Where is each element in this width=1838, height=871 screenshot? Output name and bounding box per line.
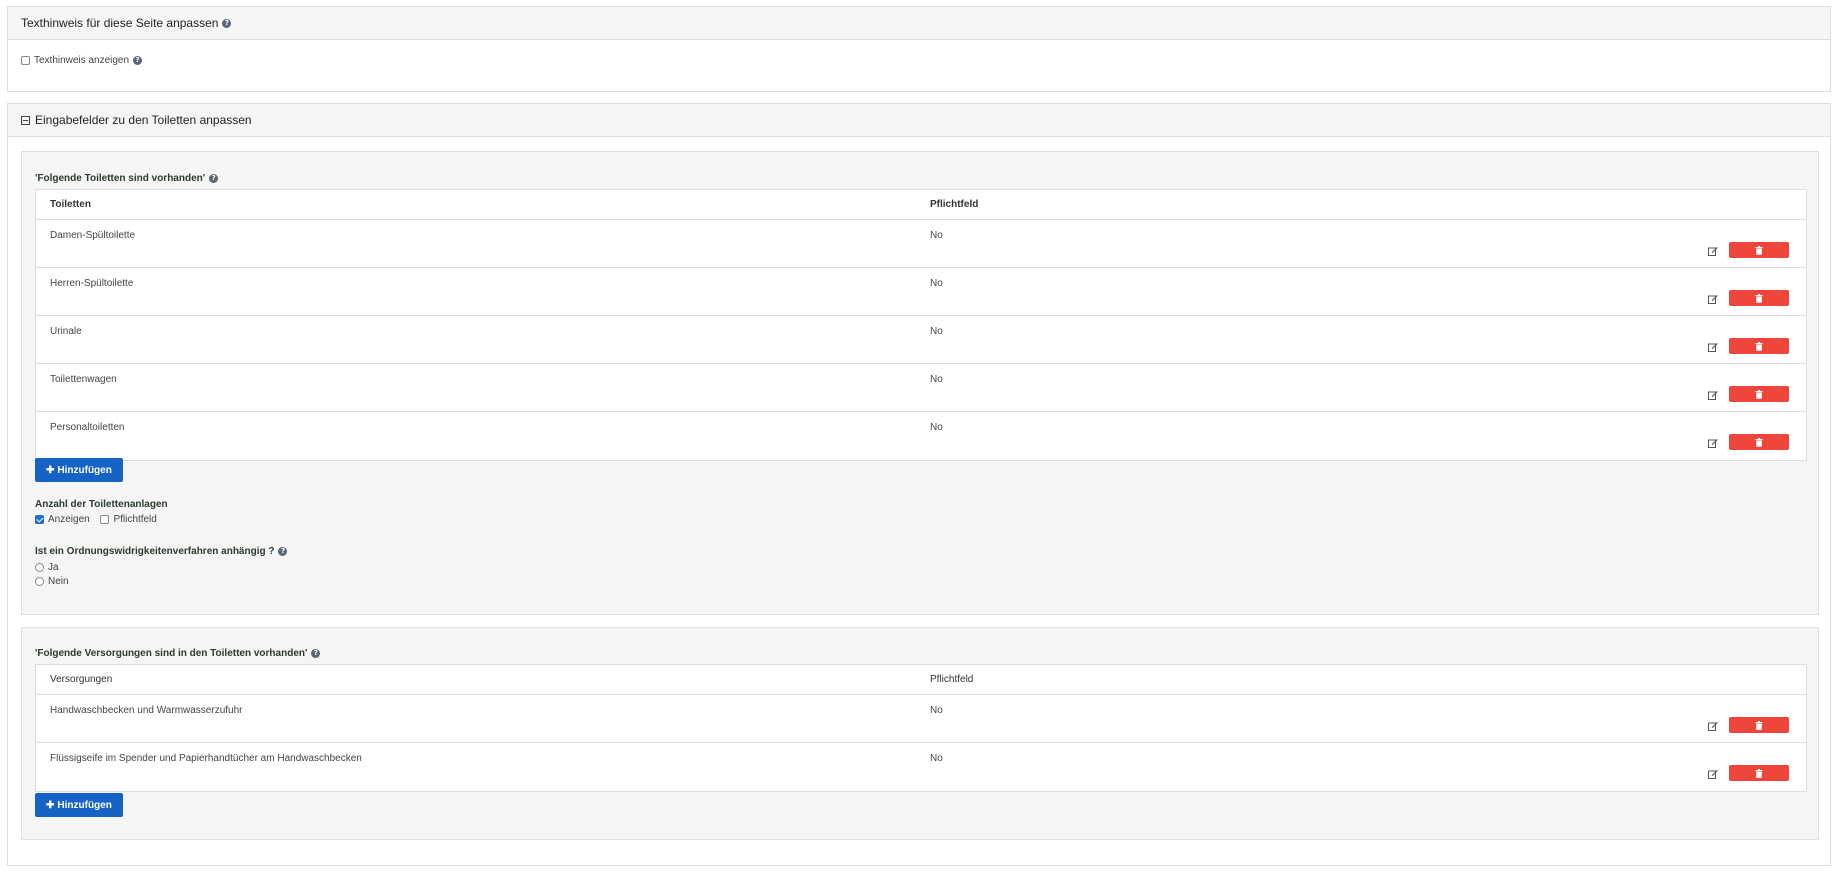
help-icon[interactable]: ? — [278, 546, 288, 556]
help-icon[interactable]: ? — [311, 648, 321, 658]
column-header-required: Pflichtfeld — [930, 199, 979, 210]
option-no-label: Nein — [48, 576, 69, 587]
plus-icon: ✚ — [46, 799, 55, 811]
plus-icon: ✚ — [46, 464, 55, 476]
table-row: Personaltoiletten No — [36, 412, 1806, 460]
help-icon[interactable]: ? — [133, 55, 143, 65]
table-row: Urinale No — [36, 316, 1806, 364]
show-hint-row: Texthinweis anzeigen? — [21, 55, 143, 66]
trash-icon — [1755, 389, 1763, 399]
row-required: No — [930, 326, 943, 337]
table-header: Versorgungen Pflichtfeld — [36, 665, 1806, 695]
add-supply-button[interactable]: ✚ Hinzufügen — [35, 793, 123, 817]
row-name: Toilettenwagen — [50, 374, 117, 385]
fields-panel-title: Eingabefelder zu den Toiletten anpassen — [35, 113, 252, 127]
toilets-table: Toiletten Pflichtfeld Damen-Spültoilette… — [35, 189, 1807, 461]
delete-button[interactable] — [1729, 717, 1789, 733]
fields-panel: Eingabefelder zu den Toiletten anpassen … — [7, 103, 1831, 866]
supplies-section: 'Folgende Versorgungen sind in den Toile… — [21, 627, 1819, 840]
supplies-section-label-text: 'Folgende Versorgungen sind in den Toile… — [35, 648, 308, 659]
delete-button[interactable] — [1729, 290, 1789, 306]
fields-panel-heading[interactable]: Eingabefelder zu den Toiletten anpassen — [8, 104, 1830, 137]
edit-icon[interactable] — [1708, 721, 1718, 731]
row-name: Handwaschbecken und Warmwasserzufuhr — [50, 705, 243, 716]
column-header-supplies: Versorgungen — [50, 674, 113, 685]
column-header-toilets: Toiletten — [50, 199, 91, 210]
option-yes-label: Ja — [48, 562, 59, 573]
toilets-section: 'Folgende Toiletten sind vorhanden'? Toi… — [21, 151, 1819, 615]
row-required: No — [930, 374, 943, 385]
table-row: Damen-Spültoilette No — [36, 220, 1806, 268]
delete-button[interactable] — [1729, 386, 1789, 402]
row-required: No — [930, 230, 943, 241]
supplies-section-label: 'Folgende Versorgungen sind in den Toile… — [35, 648, 321, 659]
hint-panel-title: Texthinweis für diese Seite anpassen — [21, 16, 219, 30]
hint-panel: Texthinweis für diese Seite anpassen ? T… — [7, 6, 1831, 92]
edit-icon[interactable] — [1708, 294, 1718, 304]
edit-icon[interactable] — [1708, 342, 1718, 352]
table-row: Flüssigseife im Spender und Papierhandtü… — [36, 743, 1806, 791]
edit-icon[interactable] — [1708, 769, 1718, 779]
delete-button[interactable] — [1729, 434, 1789, 450]
row-required: No — [930, 278, 943, 289]
row-name: Personaltoiletten — [50, 422, 125, 433]
trash-icon — [1755, 245, 1763, 255]
row-name: Herren-Spültoilette — [50, 278, 134, 289]
question-label-text: Ist ein Ordnungswidrigkeitenverfahren an… — [35, 546, 275, 557]
supplies-table: Versorgungen Pflichtfeld Handwaschbecken… — [35, 664, 1807, 792]
add-toilet-label: Hinzufügen — [57, 464, 112, 476]
toilets-section-label-text: 'Folgende Toiletten sind vorhanden' — [35, 173, 206, 184]
row-required: No — [930, 753, 943, 764]
help-icon[interactable]: ? — [222, 18, 232, 28]
add-supply-label: Hinzufügen — [57, 799, 112, 811]
collapse-icon[interactable] — [21, 115, 30, 125]
column-header-required: Pflichtfeld — [930, 674, 974, 685]
count-label: Anzahl der Toilettenanlagen — [35, 499, 168, 510]
show-count-label: Anzeigen — [48, 514, 90, 525]
question-label: Ist ein Ordnungswidrigkeitenverfahren an… — [35, 546, 288, 557]
trash-icon — [1755, 720, 1763, 730]
table-row: Herren-Spültoilette No — [36, 268, 1806, 316]
row-name: Urinale — [50, 326, 82, 337]
option-yes-row: Ja — [35, 562, 59, 573]
row-name: Damen-Spültoilette — [50, 230, 136, 241]
option-no-radio[interactable] — [35, 576, 44, 586]
required-count-checkbox[interactable] — [100, 514, 110, 524]
show-hint-checkbox[interactable] — [21, 55, 30, 65]
edit-icon[interactable] — [1708, 246, 1718, 256]
table-header: Toiletten Pflichtfeld — [36, 190, 1806, 220]
show-count-checkbox[interactable] — [35, 514, 44, 524]
row-required: No — [930, 705, 943, 716]
help-icon[interactable]: ? — [209, 173, 219, 183]
toilets-section-label: 'Folgende Toiletten sind vorhanden'? — [35, 173, 219, 184]
show-hint-label: Texthinweis anzeigen — [34, 55, 130, 66]
table-row: Toilettenwagen No — [36, 364, 1806, 412]
row-required: No — [930, 422, 943, 433]
trash-icon — [1755, 437, 1763, 447]
hint-panel-heading: Texthinweis für diese Seite anpassen ? — [8, 7, 1830, 40]
add-toilet-button[interactable]: ✚ Hinzufügen — [35, 458, 123, 482]
delete-button[interactable] — [1729, 765, 1789, 781]
delete-button[interactable] — [1729, 338, 1789, 354]
edit-icon[interactable] — [1708, 390, 1718, 400]
trash-icon — [1755, 293, 1763, 303]
trash-icon — [1755, 341, 1763, 351]
option-no-row: Nein — [35, 576, 69, 587]
edit-icon[interactable] — [1708, 438, 1718, 448]
option-yes-radio[interactable] — [35, 562, 44, 572]
count-options: Anzeigen Pflichtfeld — [35, 514, 157, 525]
trash-icon — [1755, 768, 1763, 778]
delete-button[interactable] — [1729, 242, 1789, 258]
row-name: Flüssigseife im Spender und Papierhandtü… — [50, 753, 362, 764]
required-count-label: Pflichtfeld — [113, 514, 157, 525]
table-row: Handwaschbecken und Warmwasserzufuhr No — [36, 695, 1806, 743]
